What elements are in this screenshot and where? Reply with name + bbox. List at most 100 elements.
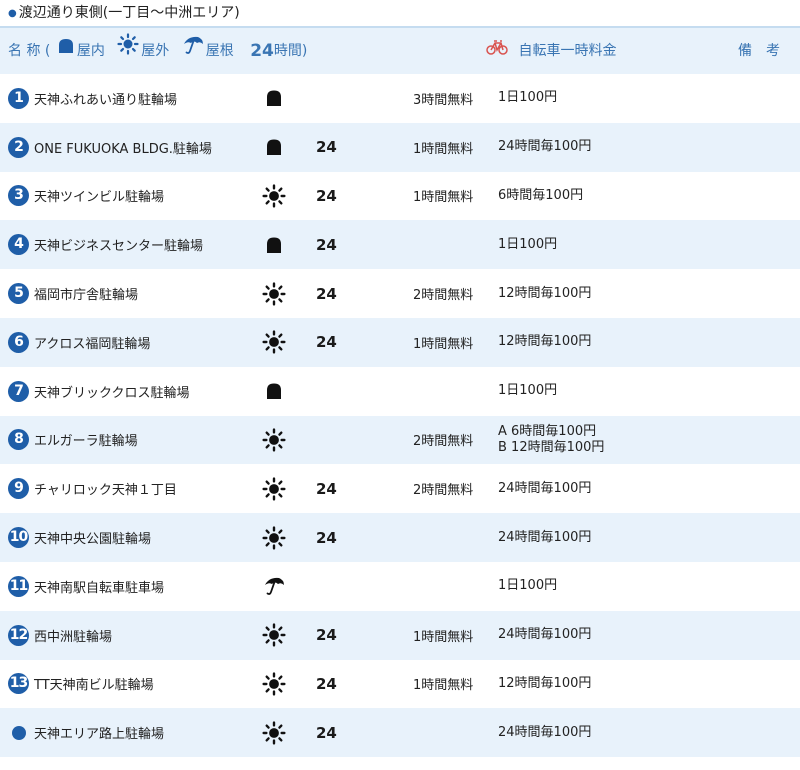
table-row: 8 エルガーラ駐輪場 2時間無料 A 6時間毎100円 B 12時間毎100円 bbox=[0, 415, 800, 465]
open-24h: 24 bbox=[316, 674, 337, 693]
row-number-badge: 7 bbox=[8, 380, 29, 402]
table-row: 13 TT天神南ビル駐輪場 24 1時間無料 12時間毎100円 bbox=[0, 660, 800, 709]
sun-icon bbox=[262, 477, 286, 501]
parking-name: 西中洲駐輪場 bbox=[34, 629, 113, 645]
sun-icon bbox=[262, 330, 286, 354]
sun-icon bbox=[262, 282, 286, 306]
fee-line: 6時間毎100円 bbox=[498, 187, 584, 203]
sun-icon bbox=[262, 721, 286, 745]
table-row: 11 天神南駅自転車駐車場 1日100円 bbox=[0, 562, 800, 611]
table-row: 9 チャリロック天神１丁目 24 2時間無料 24時間毎100円 bbox=[0, 464, 800, 513]
fee-line: 1日100円 bbox=[498, 578, 558, 594]
row-number-badge: 9 bbox=[8, 478, 29, 500]
open-24h: 24 bbox=[316, 528, 337, 547]
sun-icon bbox=[262, 184, 286, 208]
row-number-badge: 11 bbox=[8, 575, 29, 597]
header-roof-label: 屋根 bbox=[205, 43, 234, 59]
free-period: 2時間無料 bbox=[413, 288, 474, 304]
free-period: 2時間無料 bbox=[413, 483, 474, 499]
parking-name: ONE FUKUOKA BLDG.駐輪場 bbox=[34, 141, 212, 157]
free-period: 2時間無料 bbox=[413, 434, 474, 450]
row-number-badge: 8 bbox=[8, 429, 29, 451]
sun-icon bbox=[262, 525, 286, 550]
free-period: 1時間無料 bbox=[413, 336, 474, 352]
header-24-suffix: 時間) bbox=[273, 43, 308, 59]
row-number-badge: 13 bbox=[8, 673, 29, 695]
free-period: 1時間無料 bbox=[413, 190, 474, 206]
parking-name: 天神ふれあい通り駐輪場 bbox=[34, 92, 178, 108]
free-period: 1時間無料 bbox=[413, 629, 474, 645]
row-number-badge: 5 bbox=[8, 283, 29, 305]
section-title: ● 渡辺通り東側(一丁目～中洲エリア) bbox=[8, 2, 240, 24]
parking-name: エルガーラ駐輪場 bbox=[34, 434, 138, 450]
fee-line: 1日100円 bbox=[498, 383, 558, 399]
header-name-label: 名 称 ( bbox=[8, 43, 51, 59]
table-header: 名 称 ( 屋内 屋外 屋根 24時間) 自転車一時料金 備 考 bbox=[0, 26, 800, 74]
table-row: 1 天神ふれあい通り駐輪場 3時間無料 1日100円 bbox=[0, 74, 800, 123]
table-row: 10 天神中央公園駐輪場 24 24時間毎100円 bbox=[0, 513, 800, 562]
table-row: 4 天神ビジネスセンター駐輪場 24 1日100円 bbox=[0, 220, 800, 270]
row-number-badge: 10 bbox=[8, 527, 29, 549]
row-number-badge: 3 bbox=[8, 185, 29, 207]
row-number-badge: 12 bbox=[8, 624, 29, 646]
row-number-badge: 4 bbox=[8, 234, 29, 256]
parking-name: 天神ビジネスセンター駐輪場 bbox=[34, 239, 204, 255]
fee-line: 24時間毎100円 bbox=[498, 480, 592, 496]
indoor-icon bbox=[57, 28, 75, 74]
open-24h: 24 bbox=[316, 235, 337, 254]
title-bullet: ● bbox=[8, 8, 17, 19]
fee-cell: 24時間毎100円 bbox=[498, 123, 591, 172]
sun-icon bbox=[262, 428, 286, 452]
header-outdoor-label: 屋外 bbox=[141, 43, 170, 59]
fee-line: 12時間毎100円 bbox=[498, 334, 592, 350]
parking-name: 天神エリア路上駐輪場 bbox=[34, 727, 165, 743]
header-fee-label: 自転車一時料金 bbox=[518, 43, 617, 59]
header-indoor-label: 屋内 bbox=[76, 43, 105, 59]
open-24h: 24 bbox=[316, 284, 337, 303]
parking-name: 天神中央公園駐輪場 bbox=[34, 532, 152, 548]
fee-line: A 6時間毎100円 bbox=[498, 423, 597, 439]
fee-cell: 12時間毎100円 bbox=[498, 660, 591, 709]
fee-cell: A 6時間毎100円 B 12時間毎100円 bbox=[498, 416, 604, 465]
fee-line: 24時間毎100円 bbox=[498, 627, 592, 643]
fee-line: 12時間毎100円 bbox=[498, 675, 592, 691]
fee-cell: 1日100円 bbox=[498, 562, 557, 611]
fee-line: 24時間毎100円 bbox=[498, 139, 592, 155]
fee-line: 24時間毎100円 bbox=[498, 724, 592, 740]
table-row: 3 天神ツインビル駐輪場 24 1時間無料 6時間毎100円 bbox=[0, 172, 800, 221]
table-row: 2 ONE FUKUOKA BLDG.駐輪場 24 1時間無料 24時間毎100円 bbox=[0, 122, 800, 172]
open-24h: 24 bbox=[316, 138, 337, 157]
header-fee: 自転車一時料金 bbox=[484, 28, 616, 74]
header-legend: 名 称 ( 屋内 屋外 屋根 24時間) bbox=[8, 28, 307, 74]
bullet-dot-icon bbox=[12, 725, 26, 740]
umbrella-icon bbox=[262, 574, 286, 598]
open-24h: 24 bbox=[316, 723, 337, 742]
table-row: 7 天神ブリッククロス駐輪場 1日100円 bbox=[0, 367, 800, 416]
open-24h: 24 bbox=[316, 479, 337, 498]
fee-cell: 24時間毎100円 bbox=[498, 513, 591, 562]
section-title-text: 渡辺通り東側(一丁目～中洲エリア) bbox=[18, 5, 240, 21]
parking-name: 福岡市庁舎駐輪場 bbox=[34, 288, 139, 304]
open-24h: 24 bbox=[316, 333, 337, 352]
parking-name: アクロス福岡駐輪場 bbox=[34, 336, 151, 352]
fee-cell: 24時間毎100円 bbox=[498, 611, 591, 660]
fee-line: 12時間毎100円 bbox=[498, 285, 592, 301]
free-period: 1時間無料 bbox=[413, 141, 474, 157]
header-note-label: 備 考 bbox=[738, 43, 780, 59]
fee-cell: 1日100円 bbox=[498, 74, 557, 123]
fee-cell: 12時間毎100円 bbox=[498, 269, 591, 318]
fee-cell: 12時間毎100円 bbox=[498, 318, 591, 367]
row-number-badge: 1 bbox=[8, 87, 29, 109]
row-number-badge: 6 bbox=[8, 331, 29, 353]
open-24h: 24 bbox=[316, 186, 337, 205]
fee-line: 1日100円 bbox=[498, 236, 558, 252]
table-row: 天神エリア路上駐輪場 24 24時間毎100円 bbox=[0, 708, 800, 758]
table-row: 5 福岡市庁舎駐輪場 24 2時間無料 12時間毎100円 bbox=[0, 269, 800, 318]
header-24-label: 24 bbox=[250, 41, 274, 61]
fee-line: 24時間毎100円 bbox=[498, 529, 592, 545]
table-row: 6 アクロス福岡駐輪場 24 1時間無料 12時間毎100円 bbox=[0, 317, 800, 367]
parking-list: 1 天神ふれあい通り駐輪場 3時間無料 1日100円 2 ONE FUKUOKA BLDG… bbox=[0, 74, 800, 758]
fee-cell: 24時間毎100円 bbox=[498, 464, 591, 513]
fee-line: 1日100円 bbox=[498, 90, 558, 106]
fee-cell: 1日100円 bbox=[498, 367, 557, 416]
